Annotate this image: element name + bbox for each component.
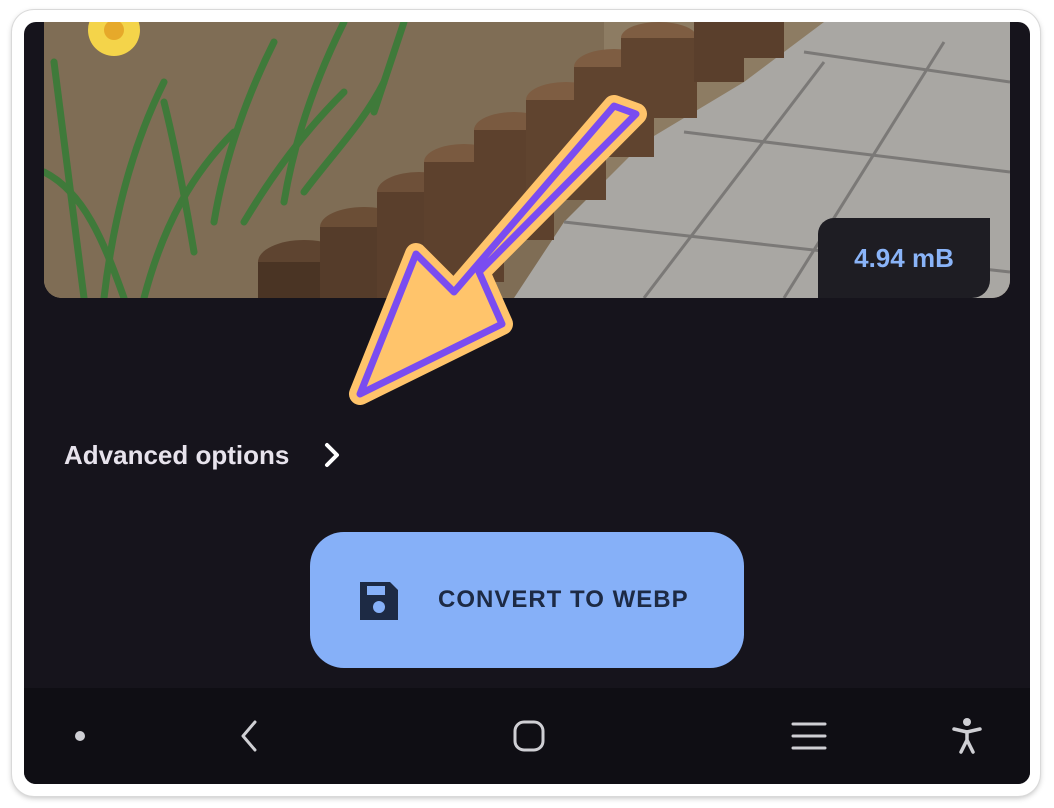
convert-button-label: CONVERT TO WEBP [438,586,689,613]
home-icon [513,720,545,752]
file-size-badge: 4.94 mB [818,218,990,298]
chevron-right-icon [325,443,340,467]
back-icon [241,720,257,752]
save-icon [360,582,398,620]
system-navigation-bar [24,688,1030,784]
dot-icon [75,731,85,741]
advanced-options-label: Advanced options [64,439,290,470]
nav-back-button[interactable] [224,688,274,784]
nav-dot-button[interactable] [60,688,100,784]
advanced-options-toggle[interactable]: Advanced options [64,428,345,482]
nav-recents-button[interactable] [784,688,834,784]
convert-to-webp-button[interactable]: CONVERT TO WEBP [310,532,744,668]
image-preview[interactable]: 4.94 mB [44,22,1010,298]
recents-icon [791,722,827,750]
nav-accessibility-button[interactable] [942,688,992,784]
accessibility-icon [952,718,982,754]
app-screen: 4.94 mB Advanced options CONVERT TO WEBP [24,22,1030,784]
nav-home-button[interactable] [504,688,554,784]
